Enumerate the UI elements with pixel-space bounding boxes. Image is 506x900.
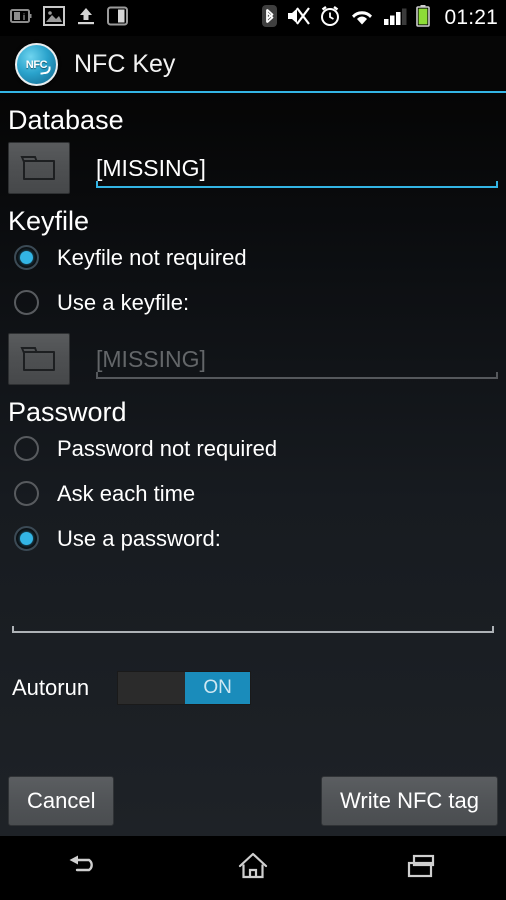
status-bar-clock: 01:21 <box>444 6 498 29</box>
password-option-use-password-label: Use a password: <box>57 525 221 551</box>
password-option-not-required-label: Password not required <box>57 435 278 461</box>
cellular-signal-icon <box>383 6 407 31</box>
nav-home-button[interactable] <box>218 846 288 890</box>
svg-text:i: i <box>23 12 25 22</box>
password-input-value <box>12 595 494 631</box>
folder-icon <box>20 347 55 371</box>
autorun-setting-row: Autorun ON <box>8 671 498 705</box>
password-option-ask-each-time[interactable]: Ask each time <box>8 471 498 516</box>
keyfile-header: Keyfile <box>8 206 90 236</box>
app-title-bar: NFC NFC Key <box>0 36 506 93</box>
keyfile-path-value: [MISSING] <box>96 346 206 372</box>
image-icon <box>43 5 65 31</box>
autorun-toggle[interactable]: ON <box>117 671 252 705</box>
keyfile-option-not-required[interactable]: Keyfile not required <box>8 235 498 280</box>
battery-info-icon: i <box>10 8 32 29</box>
upload-icon <box>76 6 96 31</box>
status-bar-notifications: i <box>10 5 129 31</box>
home-icon <box>237 851 269 886</box>
password-input-field[interactable] <box>12 595 494 633</box>
nav-back-button[interactable] <box>49 846 119 890</box>
mute-icon <box>286 5 311 32</box>
keyfile-option-not-required-label: Keyfile not required <box>57 244 247 270</box>
radio-button-selected[interactable] <box>14 526 39 551</box>
keyfile-file-row: [MISSING] <box>8 333 498 385</box>
password-option-use-password[interactable]: Use a password: <box>8 516 498 561</box>
nfc-logo-icon: NFC <box>15 43 58 86</box>
radio-button-selected[interactable] <box>14 245 39 270</box>
alarm-clock-icon <box>319 5 341 32</box>
phone-screen: i 01:21 NFC NFC Key Database [MISSING] K… <box>0 0 506 900</box>
cancel-button[interactable]: Cancel <box>8 775 115 826</box>
bluetooth-icon <box>262 4 278 32</box>
section-password: Password Password not required Ask each … <box>8 385 498 633</box>
autorun-toggle-thumb[interactable]: ON <box>185 672 251 704</box>
keyfile-path-field[interactable]: [MISSING] <box>96 346 498 385</box>
folder-icon <box>20 156 55 180</box>
sd-card-icon <box>107 6 129 31</box>
keyfile-option-use-keyfile-label: Use a keyfile: <box>57 289 190 315</box>
database-path-value: [MISSING] <box>96 155 206 181</box>
keyfile-browse-button[interactable] <box>8 333 70 385</box>
write-nfc-tag-button[interactable]: Write NFC tag <box>321 775 498 826</box>
recents-icon <box>405 852 439 885</box>
radio-button-unselected[interactable] <box>14 481 39 506</box>
radio-button-unselected[interactable] <box>14 290 39 315</box>
section-database: Database [MISSING] <box>8 93 498 194</box>
back-icon <box>65 852 103 885</box>
database-header: Database <box>8 105 124 135</box>
status-bar-system-icons: 01:21 <box>262 4 498 32</box>
wifi-icon <box>350 6 374 31</box>
password-option-not-required[interactable]: Password not required <box>8 426 498 471</box>
section-keyfile: Keyfile Keyfile not required Use a keyfi… <box>8 194 498 385</box>
keyfile-option-use-keyfile[interactable]: Use a keyfile: <box>8 280 498 325</box>
page-title: NFC Key <box>74 50 176 78</box>
radio-button-unselected[interactable] <box>14 436 39 461</box>
password-option-ask-each-time-label: Ask each time <box>57 480 196 506</box>
password-input-underline <box>12 626 494 633</box>
database-path-underline <box>96 181 498 188</box>
battery-icon <box>416 4 431 32</box>
database-path-field[interactable]: [MISSING] <box>96 155 498 194</box>
action-button-bar: Cancel Write NFC tag <box>8 775 498 826</box>
settings-form: Database [MISSING] Keyfile Keyfile not r… <box>0 93 506 836</box>
autorun-label: Autorun <box>12 675 90 700</box>
nav-recents-button[interactable] <box>387 846 457 890</box>
database-browse-button[interactable] <box>8 142 70 194</box>
password-header: Password <box>8 397 127 427</box>
database-file-row: [MISSING] <box>8 142 498 194</box>
keyfile-path-underline <box>96 372 498 379</box>
status-bar: i 01:21 <box>0 0 506 36</box>
android-navigation-bar <box>0 836 506 900</box>
nfc-swoosh-icon <box>39 66 52 75</box>
